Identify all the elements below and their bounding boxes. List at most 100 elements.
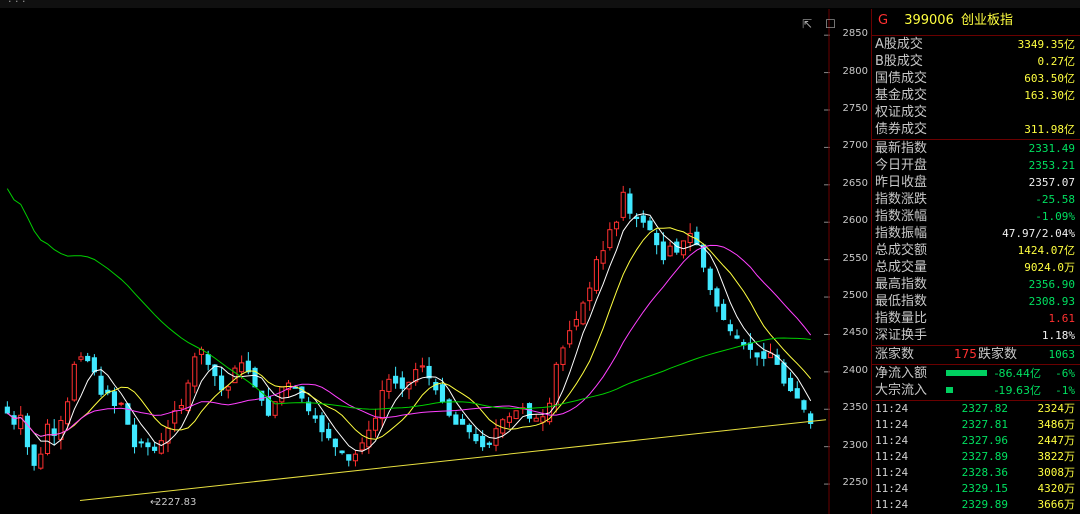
top-toolbar: · · · bbox=[0, 0, 1080, 8]
turnover-label: 国债成交 bbox=[875, 71, 928, 86]
stat-row: 总成交量 9024.0万 bbox=[872, 259, 1080, 276]
candle-up bbox=[65, 401, 71, 425]
stat-value: 1.18% bbox=[1041, 329, 1075, 342]
candle-up bbox=[513, 410, 519, 420]
candle-up bbox=[158, 440, 164, 454]
trend-line bbox=[79, 419, 827, 502]
restore-icon[interactable]: ⇱ bbox=[802, 17, 812, 31]
panel-header: G 399006 创业板指 bbox=[872, 9, 1080, 36]
stat-label: 昨日收盘 bbox=[875, 175, 928, 190]
candle-down bbox=[787, 377, 794, 392]
candle-up bbox=[379, 390, 385, 420]
candle-down bbox=[707, 268, 713, 291]
candle-up bbox=[533, 417, 539, 422]
candle-down bbox=[754, 352, 760, 358]
tick-price: 2329.89 bbox=[961, 498, 1008, 511]
y-tick-label: 2400 bbox=[842, 364, 868, 376]
flow-bar bbox=[946, 370, 987, 376]
y-tick-label: 2800 bbox=[842, 65, 868, 77]
candle-down bbox=[453, 414, 459, 425]
stat-row: 深证换手 1.18% bbox=[872, 327, 1080, 344]
flow-value: -86.44亿 bbox=[994, 367, 1041, 380]
stat-value: 2331.49 bbox=[1028, 142, 1075, 155]
candle-down bbox=[801, 400, 807, 410]
stat-value: 1.61 bbox=[1048, 312, 1076, 325]
stat-value: 9024.0万 bbox=[1024, 261, 1075, 274]
candle-down bbox=[326, 428, 332, 439]
tick-volume: 4320万 bbox=[1037, 482, 1076, 495]
candle-up bbox=[386, 378, 392, 392]
candle-up bbox=[553, 363, 559, 406]
candle-up bbox=[613, 221, 620, 230]
tick-row[interactable]: 11:24 2327.82 2324万 bbox=[872, 401, 1080, 417]
candle-down bbox=[312, 415, 318, 419]
candle-down bbox=[714, 288, 720, 307]
candle-down bbox=[319, 415, 325, 433]
tick-row[interactable]: 11:24 2327.81 3486万 bbox=[872, 417, 1080, 433]
candle-up bbox=[587, 287, 593, 302]
candle-up bbox=[225, 386, 231, 391]
candle-up bbox=[71, 363, 77, 401]
y-tick-label: 2600 bbox=[842, 215, 868, 227]
tick-volume: 3008万 bbox=[1037, 466, 1076, 479]
candle-up bbox=[419, 365, 425, 368]
stats-section: 最新指数 2331.49 今日开盘 2353.21 昨日收盘 2357.07 指数涨跌 -25… bbox=[872, 140, 1080, 344]
flow-label: 大宗流入 bbox=[875, 383, 928, 398]
tick-row[interactable]: 11:24 2327.89 3822万 bbox=[872, 449, 1080, 465]
candle-up bbox=[600, 250, 606, 264]
candle-down bbox=[339, 450, 345, 454]
turnover-row: 债券成交 311.98亿 bbox=[872, 121, 1080, 138]
index-code: 399006 bbox=[904, 13, 954, 28]
tick-row[interactable]: 11:24 2329.89 3666万 bbox=[872, 497, 1080, 513]
kline-chart[interactable]: 2227.83 ← bbox=[0, 9, 830, 514]
candle-down bbox=[205, 354, 211, 365]
candle-down bbox=[24, 415, 31, 448]
candle-up bbox=[352, 453, 359, 462]
stat-value: -1.09% bbox=[1035, 210, 1075, 223]
stat-label: 深证换手 bbox=[875, 328, 928, 343]
candle-down bbox=[459, 418, 466, 425]
y-tick-label: 2450 bbox=[842, 327, 868, 339]
stat-value: 2356.90 bbox=[1028, 278, 1075, 291]
candle-down bbox=[4, 406, 10, 414]
tick-row[interactable]: 11:24 2329.15 4320万 bbox=[872, 481, 1080, 497]
candle-down bbox=[218, 375, 225, 391]
tick-list[interactable]: 11:24 2327.82 2324万 11:24 2327.81 3486万 11:24 2… bbox=[872, 401, 1080, 513]
flow-value: -19.63亿 bbox=[994, 384, 1041, 397]
candle-up bbox=[500, 419, 506, 434]
y-tick-label: 2650 bbox=[842, 177, 868, 189]
flow-pct: -6% bbox=[1055, 367, 1075, 380]
candle-down bbox=[91, 357, 97, 373]
tick-time: 11:24 bbox=[875, 498, 909, 511]
candle-down bbox=[486, 442, 492, 445]
turnover-value: 311.98亿 bbox=[1024, 123, 1075, 136]
candle-down bbox=[473, 434, 479, 442]
turnover-label: 基金成交 bbox=[875, 88, 928, 103]
candle-down bbox=[721, 303, 727, 320]
candle-down bbox=[145, 442, 151, 448]
candle-down bbox=[138, 441, 144, 444]
stat-row: 指数涨幅 -1.09% bbox=[872, 208, 1080, 225]
candle-down bbox=[647, 220, 653, 231]
tick-time: 11:24 bbox=[875, 450, 909, 463]
candle-up bbox=[172, 410, 178, 424]
stat-value: 1424.07亿 bbox=[1017, 244, 1075, 257]
tick-row[interactable]: 11:24 2328.36 3008万 bbox=[872, 465, 1080, 481]
tick-volume: 3822万 bbox=[1037, 450, 1076, 463]
tick-row[interactable]: 11:24 2327.96 2447万 bbox=[872, 433, 1080, 449]
candle-up bbox=[620, 191, 626, 218]
candle-down bbox=[466, 424, 472, 433]
tick-time: 11:24 bbox=[875, 466, 909, 479]
turnover-label: 债券成交 bbox=[875, 122, 928, 137]
stat-value: 2353.21 bbox=[1028, 159, 1075, 172]
candle-down bbox=[393, 375, 399, 384]
fund-flow-section: 净流入额 -86.44亿 -6% 大宗流入 -19.63亿 -1% bbox=[872, 365, 1080, 399]
candle-down bbox=[627, 193, 633, 214]
tick-price: 2327.89 bbox=[961, 450, 1008, 463]
tick-price: 2327.96 bbox=[961, 434, 1008, 447]
candle-up bbox=[506, 416, 512, 423]
y-tick-label: 2750 bbox=[842, 103, 868, 114]
toolbar-item[interactable]: · · · bbox=[8, 0, 25, 8]
candle-down bbox=[761, 351, 767, 359]
stat-label: 最高指数 bbox=[875, 277, 928, 292]
